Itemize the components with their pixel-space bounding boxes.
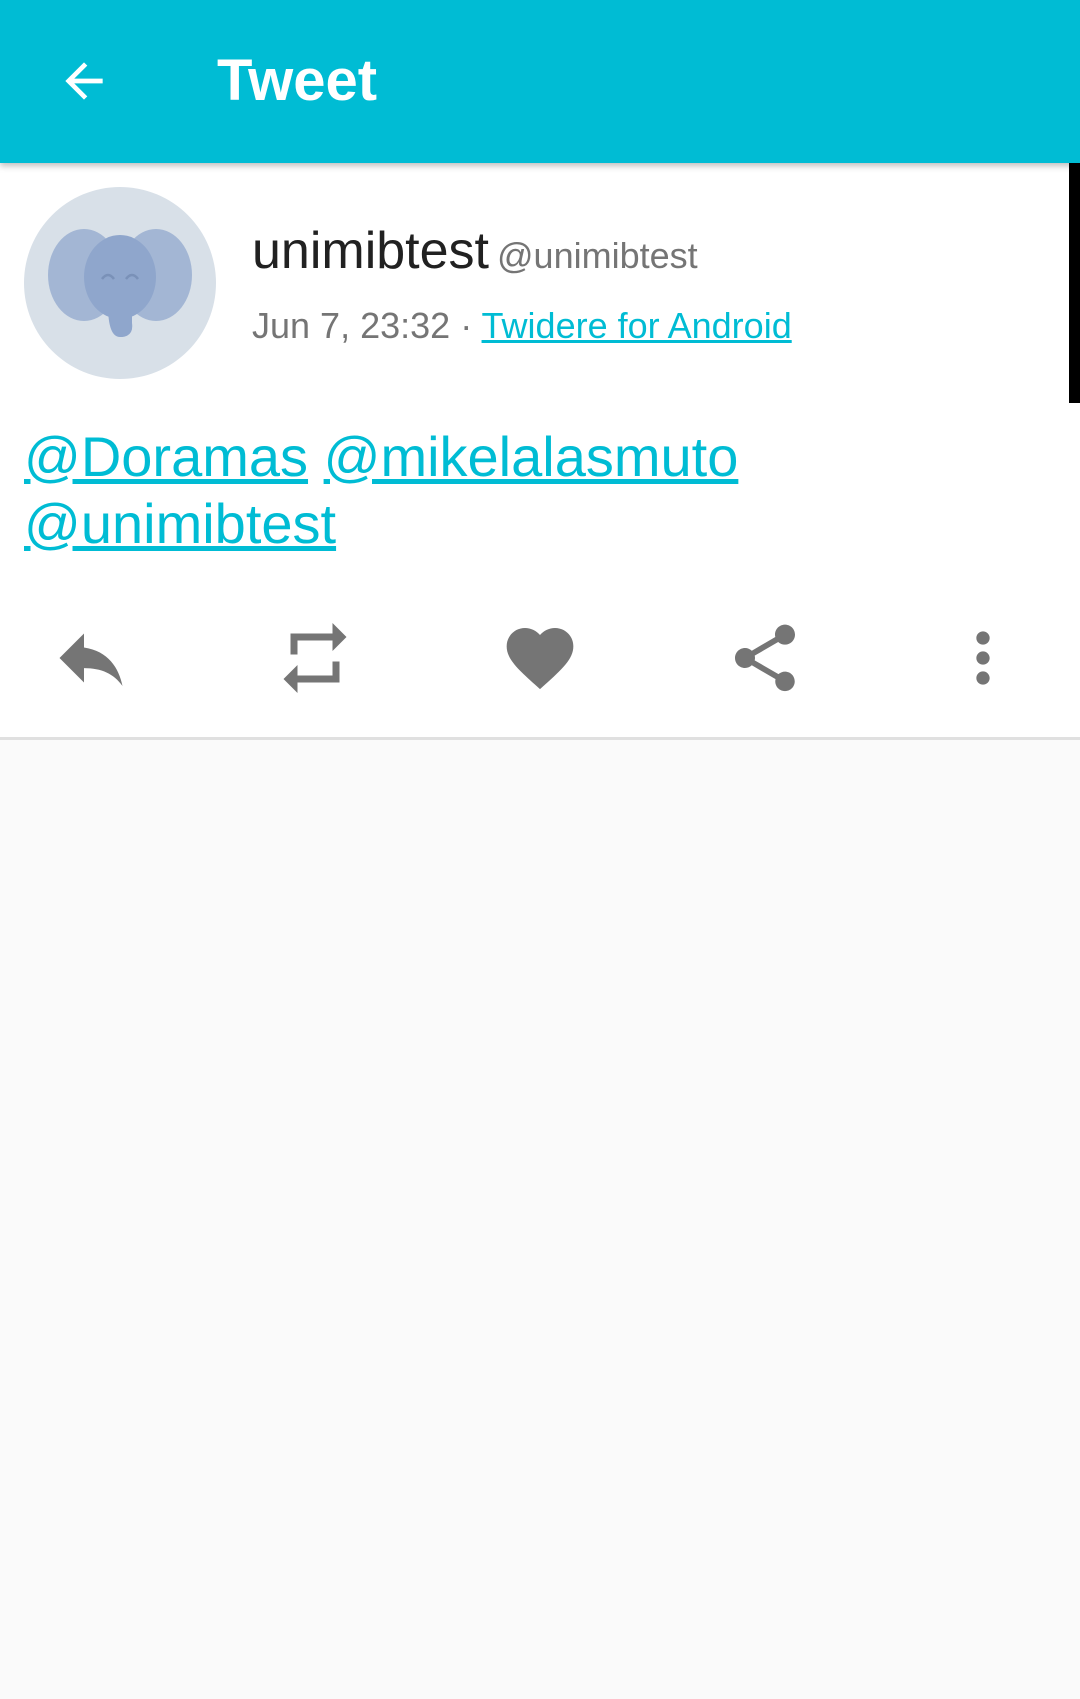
retweet-icon — [283, 623, 347, 693]
tweet-meta: Jun 7, 23:32 · Twidere for Android — [252, 305, 792, 347]
mention-link[interactable]: @mikelalasmuto — [324, 425, 739, 488]
app-bar: Tweet — [0, 0, 1080, 163]
avatar[interactable] — [24, 187, 216, 379]
mention-link[interactable]: @unimibtest — [24, 492, 336, 555]
more-vert-icon — [976, 631, 990, 685]
share-button[interactable] — [720, 613, 810, 703]
mention-link[interactable]: @Doramas — [24, 425, 308, 488]
back-button[interactable] — [44, 41, 124, 121]
retweet-button[interactable] — [270, 613, 360, 703]
scroll-indicator — [1069, 163, 1080, 403]
author-row[interactable]: unimibtest @unimibtest — [252, 221, 698, 281]
tweet-card: unimibtest @unimibtest Jun 7, 23:32 · Twi… — [0, 163, 1080, 740]
tweet-time: Jun 7, 23:32 — [252, 305, 451, 346]
tweet-actions — [0, 603, 1080, 713]
share-icon — [735, 624, 795, 692]
meta-separator: · — [460, 305, 473, 346]
elephant-icon — [48, 229, 192, 337]
reply-icon — [59, 633, 123, 686]
page-title: Tweet — [217, 48, 378, 113]
like-button[interactable] — [495, 613, 585, 703]
heart-icon — [506, 628, 574, 690]
tweet-text: @Doramas @mikelalasmuto @unimibtest — [24, 423, 1044, 557]
source-link[interactable]: Twidere for Android — [482, 305, 792, 346]
more-button[interactable] — [938, 613, 1028, 703]
reply-button[interactable] — [46, 613, 136, 703]
screen-name: @unimibtest — [497, 235, 698, 276]
display-name: unimibtest — [252, 222, 489, 280]
arrow-back-icon — [65, 62, 103, 100]
